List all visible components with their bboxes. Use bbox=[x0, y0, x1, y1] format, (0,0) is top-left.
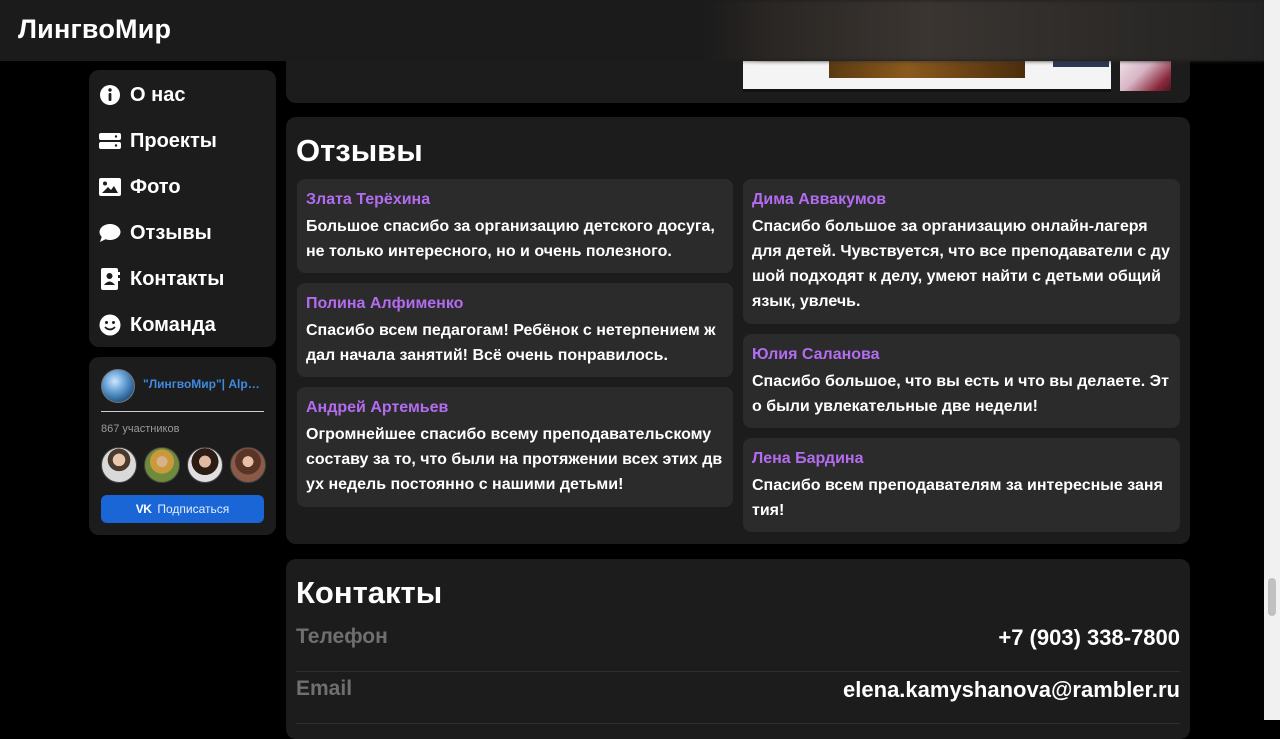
member-avatar[interactable] bbox=[187, 447, 223, 483]
site-logo[interactable]: ЛингвоМир bbox=[18, 14, 171, 45]
review-text: Спасибо большое, что вы есть и что вы де… bbox=[752, 373, 1169, 415]
phone-link[interactable]: +7 (903) 338-7800 bbox=[998, 625, 1180, 651]
contact-label: Телефон bbox=[296, 625, 388, 648]
divider bbox=[296, 723, 1180, 724]
comment-icon bbox=[99, 222, 121, 244]
review-card: Лена Бардина Спасибо всем преподавателям… bbox=[743, 438, 1180, 532]
smile-icon bbox=[99, 314, 121, 336]
subscribe-button[interactable]: VK Подписаться bbox=[101, 495, 264, 523]
sidebar-item-about[interactable]: О нас bbox=[99, 80, 185, 110]
review-text: Спасибо всем педагогам! Ребёнок с нетерп… bbox=[306, 322, 716, 364]
image-icon bbox=[99, 176, 121, 198]
server-icon bbox=[99, 130, 121, 152]
review-author: Юлия Саланова bbox=[752, 346, 880, 363]
review-author: Андрей Артемьев bbox=[306, 399, 449, 416]
address-book-icon bbox=[99, 268, 121, 290]
review-card: Полина Алфименко Спасибо всем педагогам!… bbox=[297, 283, 733, 377]
email-link[interactable]: elena.kamyshanova@rambler.ru bbox=[843, 677, 1180, 703]
review-card: Злата Терёхина Большое спасибо за органи… bbox=[297, 179, 733, 273]
sidebar-item-reviews[interactable]: Отзывы bbox=[99, 218, 212, 248]
divider bbox=[296, 671, 1180, 672]
members-avatars bbox=[101, 447, 266, 483]
review-text: Спасибо всем преподавателям за интересны… bbox=[752, 477, 1163, 519]
review-text: Спасибо большое за организацию онлайн-ла… bbox=[752, 218, 1171, 310]
review-author: Полина Алфименко bbox=[306, 295, 464, 312]
sidebar-item-label: Отзывы bbox=[130, 221, 212, 244]
vk-logo-icon: VK bbox=[135, 502, 152, 516]
member-avatar[interactable] bbox=[101, 447, 137, 483]
reviews-title: Отзывы bbox=[296, 133, 423, 168]
sidebar-item-label: О нас bbox=[130, 83, 186, 106]
scrollbar-thumb[interactable] bbox=[1268, 578, 1276, 616]
review-text: Огромнейшее спасибо всему преподавательс… bbox=[306, 426, 723, 493]
header-background-image bbox=[700, 0, 1264, 61]
group-name-link[interactable]: "ЛингвоМир"| Alpha... bbox=[143, 377, 265, 391]
sidebar-item-label: Проекты bbox=[130, 129, 217, 152]
contact-label: Email bbox=[296, 677, 353, 700]
page-scrollbar[interactable] bbox=[1264, 0, 1280, 720]
header-bar: ЛингвоМир bbox=[0, 0, 1264, 61]
member-avatar[interactable] bbox=[144, 447, 180, 483]
review-card: Дима Аввакумов Спасибо большое за органи… bbox=[743, 179, 1180, 324]
subscribe-label: Подписаться bbox=[157, 502, 230, 516]
contacts-title: Контакты bbox=[296, 575, 443, 610]
review-author: Злата Терёхина bbox=[306, 191, 431, 208]
sidebar-item-label: Фото bbox=[130, 175, 181, 198]
contacts-section: Контакты Телефон +7 (903) 338-7800 Email… bbox=[286, 559, 1190, 739]
review-text: Большое спасибо за организацию детского … bbox=[306, 218, 715, 260]
sidebar-item-team[interactable]: Команда bbox=[99, 310, 216, 340]
sidebar-item-contacts[interactable]: Контакты bbox=[99, 264, 224, 294]
sidebar-item-photo[interactable]: Фото bbox=[99, 172, 181, 202]
sidebar-item-label: Команда bbox=[130, 313, 216, 336]
members-count: 867 участников bbox=[101, 423, 180, 435]
divider bbox=[101, 411, 264, 412]
info-icon bbox=[99, 84, 121, 106]
review-author: Дима Аввакумов bbox=[752, 191, 887, 208]
reviews-section: Отзывы Злата Терёхина Большое спасибо за… bbox=[286, 117, 1190, 544]
sidebar-item-label: Контакты bbox=[130, 267, 225, 290]
contact-row-phone: Телефон +7 (903) 338-7800 bbox=[296, 625, 1180, 677]
review-author: Лена Бардина bbox=[752, 450, 864, 467]
review-card: Юлия Саланова Спасибо большое, что вы ес… bbox=[743, 334, 1180, 428]
member-avatar[interactable] bbox=[230, 447, 266, 483]
contact-row-email: Email elena.kamyshanova@rambler.ru bbox=[296, 677, 1180, 729]
review-card: Андрей Артемьев Огромнейшее спасибо всем… bbox=[297, 387, 733, 507]
group-avatar[interactable] bbox=[101, 369, 135, 403]
vk-group-widget: "ЛингвоМир"| Alpha... 867 участников VK … bbox=[89, 357, 276, 535]
sidebar-nav: О нас Проекты Фото Отзывы Контакты Коман… bbox=[89, 70, 276, 347]
sidebar-item-projects[interactable]: Проекты bbox=[99, 126, 217, 156]
